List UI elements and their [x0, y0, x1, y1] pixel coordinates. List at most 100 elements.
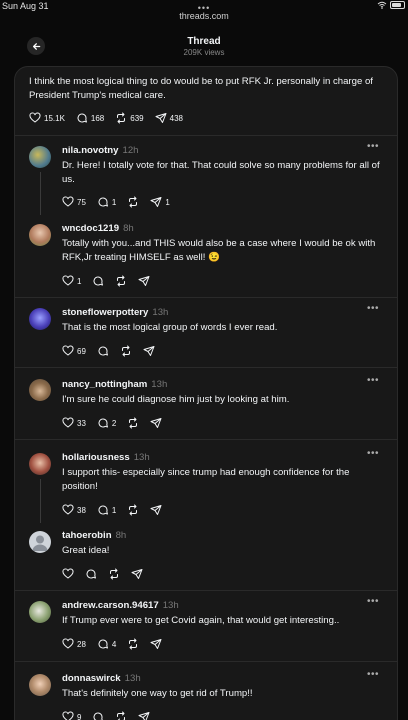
divider [15, 661, 397, 662]
divider [15, 439, 397, 440]
reply-button[interactable]: 168 [76, 112, 104, 124]
repost-button[interactable] [115, 275, 127, 287]
reply-button[interactable]: 1 [97, 504, 116, 516]
reply-username[interactable]: tahoerobin 8h [62, 530, 126, 541]
reply-username[interactable]: nila.novotny 12h [62, 145, 139, 156]
repost-button[interactable] [108, 568, 120, 580]
share-button[interactable] [150, 504, 162, 516]
reply-text: That's definitely one way to get rid of … [62, 688, 253, 699]
back-button[interactable] [27, 37, 45, 55]
share-button[interactable]: 1 [150, 196, 170, 208]
comment-icon [77, 113, 87, 123]
reply-username[interactable]: andrew.carson.94617 13h [62, 600, 179, 611]
comment-icon [98, 418, 108, 428]
like-button[interactable]: 69 [62, 345, 86, 357]
divider [15, 297, 397, 298]
heart-icon [29, 112, 41, 123]
avatar[interactable] [29, 601, 51, 623]
divider [15, 367, 397, 368]
avatar[interactable] [29, 224, 51, 246]
more-options-icon[interactable]: ••• [367, 141, 379, 152]
like-button[interactable]: 1 [62, 275, 81, 287]
repost-button[interactable] [127, 638, 139, 650]
page-title: Thread [187, 36, 221, 47]
heart-icon [62, 196, 74, 207]
like-button[interactable]: 75 [62, 196, 86, 208]
like-button[interactable]: 28 [62, 638, 86, 650]
reply-text: If Trump ever were to get Covid again, t… [62, 615, 340, 626]
reply-button[interactable] [85, 568, 97, 580]
post-text: I think the most logical thing to do wou… [29, 76, 373, 101]
divider [15, 135, 397, 136]
repost-button[interactable]: 639 [115, 112, 144, 124]
avatar[interactable] [29, 308, 51, 330]
more-options-icon[interactable]: ••• [367, 303, 379, 314]
reply-button[interactable] [92, 275, 104, 287]
comment-icon [98, 639, 108, 649]
share-button[interactable]: 438 [155, 112, 183, 124]
avatar[interactable] [29, 379, 51, 401]
reply-username[interactable]: donnaswirck 13h [62, 673, 141, 684]
heart-icon [62, 275, 74, 286]
avatar[interactable] [29, 674, 51, 696]
share-button[interactable] [138, 275, 150, 287]
reply-actions: 69 [62, 345, 166, 357]
like-button[interactable]: 38 [62, 504, 86, 516]
share-button[interactable] [143, 345, 155, 357]
reply-username[interactable]: hollariousness 13h [62, 452, 150, 463]
repost-button[interactable] [127, 417, 139, 429]
share-button[interactable] [138, 711, 150, 720]
back-arrow-icon [32, 42, 40, 50]
more-options-icon[interactable]: ••• [367, 448, 379, 459]
post-actions: 15.1K 168 639 438 [29, 112, 194, 124]
repost-icon [121, 345, 130, 357]
more-options-icon[interactable]: ••• [367, 375, 379, 386]
repost-button[interactable] [127, 504, 139, 516]
reply-button[interactable] [97, 345, 109, 357]
like-button[interactable]: 33 [62, 417, 86, 429]
avatar[interactable] [29, 146, 51, 168]
default-avatar-icon [32, 535, 48, 551]
avatar[interactable] [29, 453, 51, 475]
like-button[interactable]: 9 [62, 711, 81, 720]
reply-username[interactable]: stoneflowerpottery 13h [62, 307, 168, 318]
more-options-icon[interactable]: ••• [367, 669, 379, 680]
repost-button[interactable] [127, 196, 139, 208]
reply-button[interactable]: 4 [97, 638, 116, 650]
reply-text: Great idea! [62, 545, 110, 556]
repost-button[interactable] [115, 711, 127, 720]
reply-text: That is the most logical group of words … [62, 322, 278, 333]
reply-actions: 28 4 [62, 638, 173, 650]
repost-icon [129, 196, 138, 208]
reply-button[interactable] [92, 711, 104, 720]
share-button[interactable] [150, 417, 162, 429]
repost-icon [117, 112, 126, 124]
reply-username[interactable]: nancy_nottingham 13h [62, 379, 167, 390]
reply-username[interactable]: wncdoc1219 8h [62, 223, 134, 234]
send-icon [150, 505, 162, 515]
more-options-icon[interactable]: ••• [367, 596, 379, 607]
share-button[interactable] [131, 568, 143, 580]
divider [15, 590, 397, 591]
like-button[interactable]: 15.1K [29, 112, 65, 124]
thread-line [40, 172, 41, 215]
heart-icon [62, 638, 74, 649]
repost-icon [129, 504, 138, 516]
like-button[interactable] [62, 568, 74, 580]
avatar[interactable] [29, 531, 51, 553]
comment-icon [98, 197, 108, 207]
thread-header: Thread 209K views [0, 36, 408, 60]
repost-icon [117, 711, 126, 720]
view-count: 209K views [183, 48, 225, 57]
share-button[interactable] [150, 638, 162, 650]
reply-button[interactable]: 1 [97, 196, 116, 208]
reply-actions: 9 [62, 711, 161, 720]
send-icon [150, 418, 162, 428]
comment-icon [98, 505, 108, 515]
comment-icon [93, 712, 104, 720]
url-bar[interactable]: ••• threads.com [0, 4, 408, 22]
repost-icon [129, 417, 138, 429]
repost-button[interactable] [120, 345, 132, 357]
reply-button[interactable]: 2 [97, 417, 116, 429]
heart-icon [62, 417, 74, 428]
